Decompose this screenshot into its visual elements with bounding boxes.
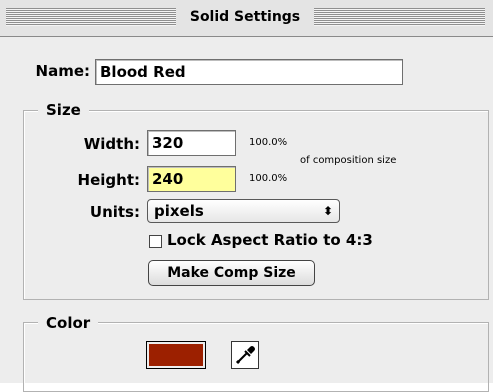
width-field[interactable]: 320: [147, 130, 236, 156]
eyedropper-icon: [235, 346, 255, 365]
name-label: Name:: [35, 62, 90, 80]
title-bar[interactable]: Solid Settings: [0, 0, 493, 37]
lock-aspect-checkbox[interactable]: [149, 235, 162, 248]
eyedropper-button[interactable]: [231, 341, 259, 369]
color-swatch[interactable]: [146, 341, 206, 369]
window-title: Solid Settings: [176, 6, 314, 28]
composition-size-note: of composition size: [300, 155, 397, 166]
solid-settings-window: Solid Settings Name: Blood Red Size Widt…: [0, 0, 493, 392]
lock-aspect-label[interactable]: Lock Aspect Ratio to 4:3: [167, 231, 373, 249]
updown-arrows-icon: ⬍: [322, 204, 333, 218]
height-percent: 100.0%: [249, 173, 288, 184]
width-percent: 100.0%: [249, 137, 288, 148]
color-group-title: Color: [38, 314, 99, 332]
name-field[interactable]: Blood Red: [95, 59, 403, 85]
units-select-value: pixels: [154, 202, 204, 220]
width-label: Width:: [83, 135, 140, 153]
height-label: Height:: [77, 171, 140, 189]
height-field[interactable]: 240: [147, 166, 236, 192]
size-group-title: Size: [38, 101, 89, 119]
title-bar-stripes-right: [314, 8, 485, 26]
units-label: Units:: [89, 203, 140, 221]
make-comp-size-button[interactable]: Make Comp Size: [148, 260, 315, 286]
units-select[interactable]: pixels ⬍: [147, 199, 340, 223]
title-bar-stripes-left: [6, 8, 176, 26]
